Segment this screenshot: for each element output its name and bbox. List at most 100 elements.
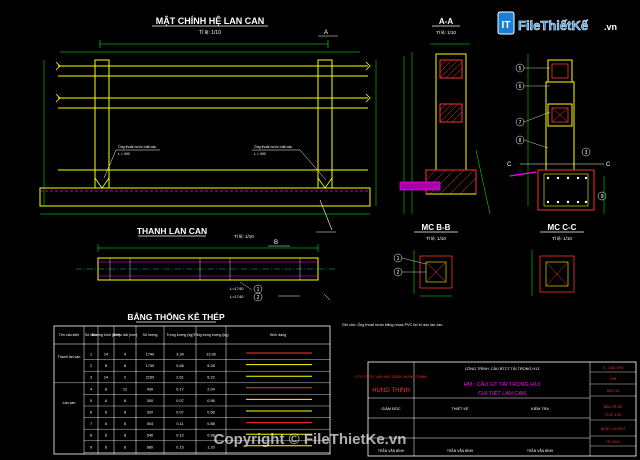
th-shape: Hình dạng <box>270 333 287 337</box>
table-cell: 2.04 <box>207 387 214 391</box>
bb-marker-1: 1 <box>397 256 400 262</box>
cad-drawing: MẶT CHÍNH HỆ LAN CAN Tỉ lệ: 1/10 A Ống t… <box>39 11 637 457</box>
table-cell: 4 <box>90 387 92 391</box>
post-left <box>94 59 110 189</box>
callout-right-value: L = 400 <box>254 152 266 156</box>
handrail-title: THANH LAN CAN <box>137 226 207 236</box>
logo-domain: .vn <box>604 22 617 32</box>
table-cell: 0.12 <box>176 434 183 438</box>
section-cc-scale: Tỉ lệ: 1/10 <box>552 235 572 241</box>
marker-5: 5 <box>519 66 522 72</box>
table-cell: 3.34 <box>176 353 183 357</box>
marker-7: 7 <box>519 120 522 126</box>
table-cell: 8 <box>105 387 107 391</box>
table-cell: 0.11 <box>176 422 183 426</box>
side-field-6: HT: 2012 <box>606 440 620 444</box>
table-cell: 2.61 <box>176 376 183 380</box>
side-field-4: TỈ LỆ: 1/10 <box>605 412 622 417</box>
side-field-0: TL: CẤU THO <box>602 366 623 370</box>
steel-table-title: BẢNG THỐNG KÊ THÉP <box>127 311 225 322</box>
section-aa-view: A-A Tỉ lệ: 1/10 <box>399 17 491 215</box>
table-cell: 430 <box>147 387 153 391</box>
section-bb-scale: Tỉ lệ: 1/10 <box>426 235 446 241</box>
callout-left-label: Ống thoát nước mặt cầu <box>118 144 156 149</box>
table-cell: 680 <box>147 445 153 449</box>
table-cell: 4 <box>124 353 126 357</box>
th-length: Chiều dài (mm) <box>113 333 138 337</box>
logo-mark: IT <box>502 20 511 31</box>
th-component: Tên cấu kiện <box>59 333 80 337</box>
section-aa-title: A-A <box>439 17 453 26</box>
section-marker-b: B <box>274 240 278 246</box>
table-cell: 6 <box>90 411 92 415</box>
table-cell: 8 <box>124 411 126 415</box>
project-name: CÔNG TRÌNH: CẦU BTCT TẢI TRỌNG H13 <box>465 366 540 371</box>
handrail-callout-2: L=1740 <box>230 294 244 299</box>
table-cell: 1 <box>90 353 92 357</box>
table-cell: 5.22 <box>207 376 214 380</box>
drawing-name-2: CHI TIẾT LAN CAN <box>478 390 526 397</box>
table-cell: 0.56 <box>207 411 214 415</box>
table-cell: 0.07 <box>176 411 183 415</box>
section-marker-a: A <box>324 30 328 36</box>
logo-brand: FileThiếtKế <box>518 18 589 33</box>
table-cell: 2 <box>124 376 126 380</box>
table-cell: 0.17 <box>176 387 183 391</box>
handrail-marker-1: 1 <box>257 287 260 293</box>
marker-8: 8 <box>519 138 522 144</box>
table-cell: 8 <box>124 399 126 403</box>
side-field-3: BẢN VẼ SỐ <box>604 404 623 409</box>
table-cell: 6 <box>105 411 107 415</box>
elevation-scale: Tỉ lệ: 1/10 <box>199 29 221 36</box>
table-cell: 0.88 <box>207 422 214 426</box>
marker-c-left: C <box>507 162 512 168</box>
marker-c-right: C <box>606 162 611 168</box>
elevation-title: MẶT CHÍNH HỆ LAN CAN <box>156 15 265 26</box>
marker-3: 3 <box>585 150 588 156</box>
group-handrail: Thanh lan can <box>58 355 81 359</box>
table-cell: 6 <box>105 434 107 438</box>
table-cell: 5 <box>90 399 92 403</box>
company-name: CTY CP TƯ VẤN XÂY DỰNG HƯNG THỊNH <box>355 375 427 379</box>
section-aa-scale: Tỉ lệ: 1/10 <box>436 29 456 35</box>
th-total-weight: Tổng trọng lượng (kg) <box>193 333 228 337</box>
marker-9: 9 <box>601 194 604 200</box>
table-cell: 12 <box>123 387 127 391</box>
role-director: GIÁM ĐỐC <box>381 406 400 411</box>
elevation-view: MẶT CHÍNH HỆ LAN CAN Tỉ lệ: 1/10 A Ống t… <box>39 15 377 233</box>
table-cell: 8 <box>124 445 126 449</box>
table-cell: 8 <box>90 434 92 438</box>
role-designer: THIẾT KẾ <box>451 406 468 411</box>
section-bb-view: MC B-B Tỉ lệ: 1/10 1 2 <box>393 223 458 297</box>
name-director: TRẦN VĂN BÌNH <box>378 449 405 453</box>
section-cc-view: C C 5 6 7 8 3 9 MC C-C Tỉ lệ: 1/10 <box>507 54 611 296</box>
name-designer: TRẦN VĂN BÌNH <box>447 449 474 453</box>
table-cell: 8 <box>124 434 126 438</box>
table-cell: 6 <box>105 399 107 403</box>
handrail-callout-1: L=1740 <box>230 286 244 291</box>
table-cell: 13.36 <box>206 353 216 357</box>
table-cell: 504 <box>147 422 153 426</box>
table-cell: 5.28 <box>207 364 214 368</box>
drawing-name-1: HM : CẦU GT TẢI TRỌNG H13 <box>464 381 541 388</box>
table-cell: 6 <box>105 422 107 426</box>
table-cell: 14 <box>104 376 108 380</box>
table-cell: 320 <box>147 411 153 415</box>
watermark: Copyright © FileThietKe.vn <box>214 431 407 448</box>
cad-drawing-canvas: MẶT CHÍNH HỆ LAN CAN Tỉ lệ: 1/10 A Ống t… <box>0 0 640 460</box>
bb-marker-2: 2 <box>397 270 400 276</box>
table-cell: 1740 <box>146 364 154 368</box>
table-cell: 1740 <box>146 353 154 357</box>
table-cell: 14 <box>104 353 108 357</box>
table-cell: 0.07 <box>176 399 183 403</box>
side-field-5: NGÀY: 10/ 2017 <box>601 427 626 431</box>
company-short: HUNG THINH <box>372 388 410 394</box>
table-cell: 2 <box>90 364 92 368</box>
table-cell: 8 <box>124 422 126 426</box>
post-right <box>317 59 333 189</box>
drawing-note: Ghi chú: Ống thoát nước bằng nhựa PVC bố… <box>342 322 442 327</box>
table-cell: 0.56 <box>207 399 214 403</box>
handrail-view: THANH LAN CAN Tỉ lệ: 1/10 B L=1740 L=174… <box>76 226 336 302</box>
table-cell: 9 <box>90 445 92 449</box>
table-cell: 3 <box>90 376 92 380</box>
